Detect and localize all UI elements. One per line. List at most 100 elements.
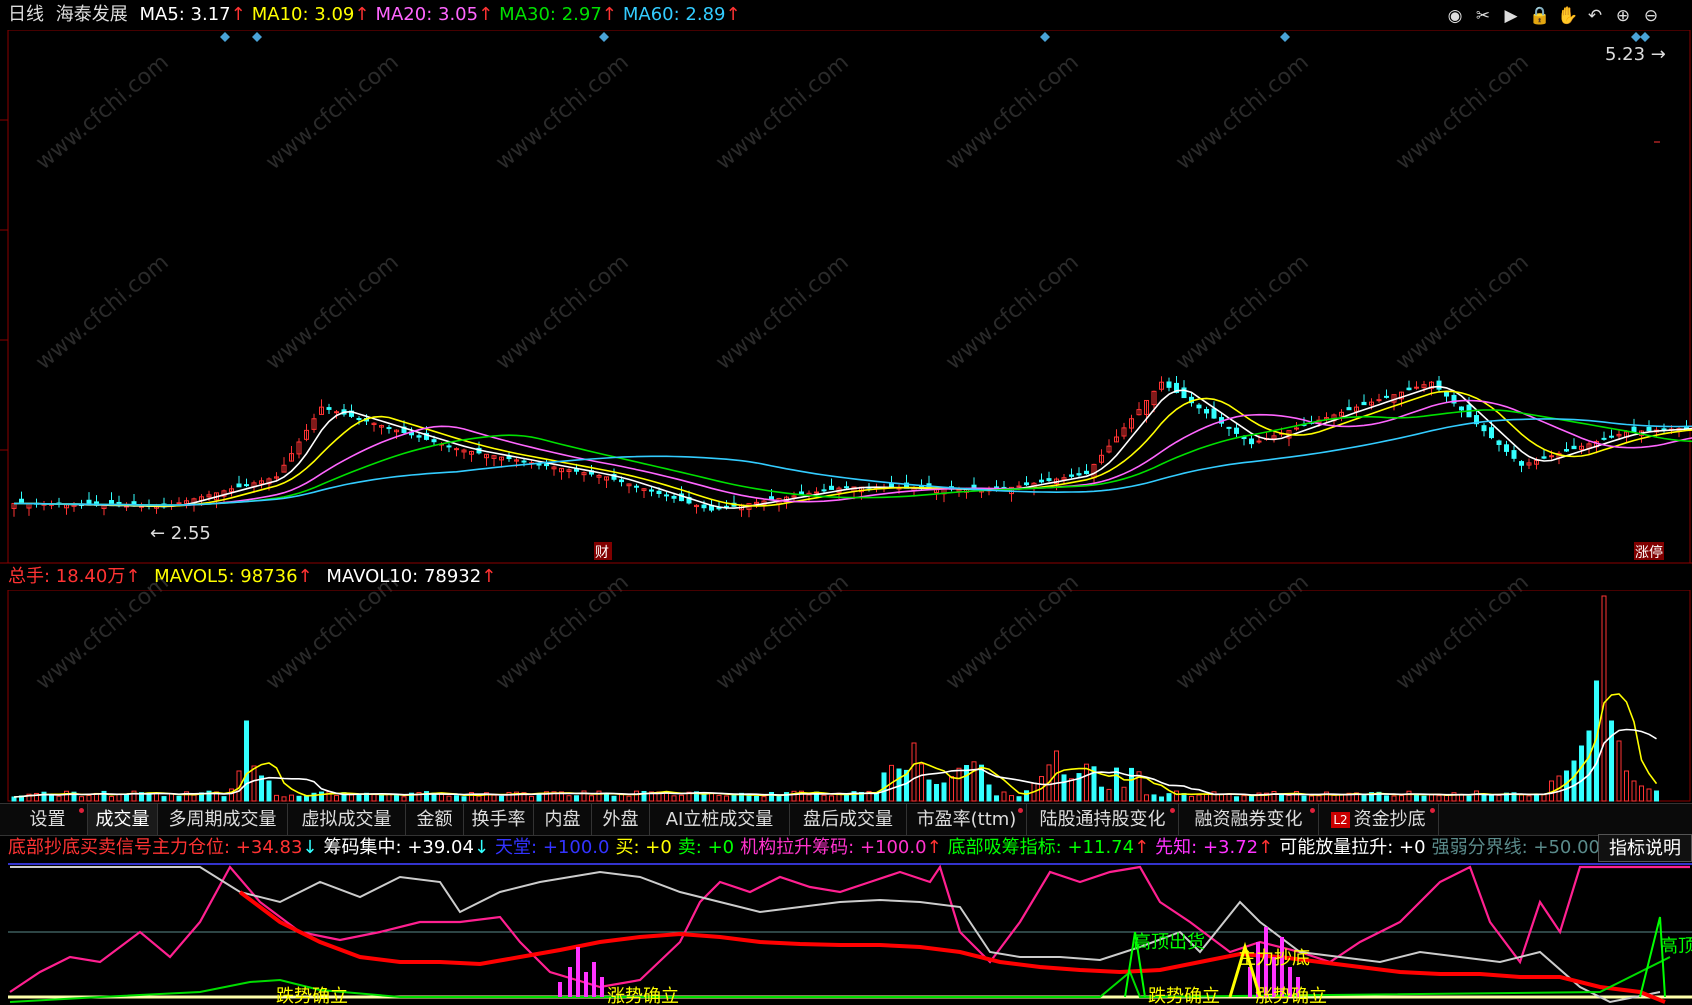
ma-value-0: MA5: 3.17	[139, 4, 231, 25]
volume-chart[interactable]	[0, 590, 1692, 802]
ma-value-3: MA30: 2.97	[499, 4, 602, 25]
tab-7[interactable]: 外盘	[592, 804, 650, 835]
lock-icon[interactable]: 🔒	[1529, 6, 1550, 26]
volume-bar	[1474, 790, 1479, 802]
indicator-chart[interactable]: 高顶出货主力抄底 高顶跌势确立 涨势确立 跌势确立 涨势确立	[0, 862, 1692, 1005]
volume-bar	[679, 794, 684, 802]
volume-bar	[349, 794, 354, 802]
volume-bar	[611, 795, 617, 802]
volume-bar	[319, 791, 324, 802]
volume-bar	[1271, 790, 1277, 802]
ma5-line	[14, 385, 1692, 509]
volume-bar	[1384, 795, 1389, 802]
volume-bar	[1286, 794, 1292, 802]
total-volume-value: 18.40万	[55, 566, 126, 587]
volume-bar	[844, 794, 849, 802]
candle	[1661, 428, 1667, 431]
price-chart[interactable]: 5.23 → ← 2.55 财 涨停	[0, 30, 1692, 564]
candle	[1609, 435, 1614, 438]
tab-13[interactable]: L2 资金抄底	[1319, 804, 1439, 835]
volume-bar	[281, 796, 287, 802]
tab-0[interactable]: 设置	[8, 804, 88, 835]
volume-bar	[1024, 790, 1029, 802]
candle	[1249, 438, 1254, 445]
zoom-in-icon[interactable]: ⊕	[1613, 6, 1633, 26]
candle	[701, 504, 707, 509]
volume-bar	[1571, 760, 1577, 802]
hand-icon[interactable]: ✋	[1557, 6, 1578, 26]
candle	[821, 489, 827, 492]
volume-bar	[589, 795, 594, 802]
candle	[176, 502, 182, 505]
volume-bar	[101, 790, 107, 802]
tab-1[interactable]: 成交量	[88, 804, 158, 835]
period-label[interactable]: 日线	[8, 4, 44, 25]
volume-bar	[1541, 794, 1547, 802]
volume-bar	[671, 795, 677, 802]
candle	[634, 485, 639, 488]
volume-bar	[604, 793, 609, 802]
indicator-help-button[interactable]: 指标说明	[1598, 834, 1692, 862]
tab-5[interactable]: 换手率	[464, 804, 534, 835]
volume-bar	[124, 793, 129, 802]
ma-arrow-1: ↑	[354, 4, 370, 25]
candle	[1519, 461, 1524, 466]
play-icon[interactable]: ▶	[1501, 6, 1521, 26]
candle	[1601, 437, 1607, 440]
volume-bar	[1166, 793, 1172, 802]
indicator-item-22: 可能放量拉升:	[1279, 837, 1400, 858]
tab-12[interactable]: 融资融券变化	[1179, 804, 1319, 835]
candle	[664, 494, 669, 497]
volume-bar	[1099, 786, 1104, 802]
volume-bar	[1391, 795, 1397, 802]
tab-dot-icon	[1170, 808, 1175, 813]
scissors-icon[interactable]: ✂	[1473, 6, 1493, 26]
candle	[619, 479, 624, 483]
ma-arrow-0: ↑	[230, 4, 246, 25]
tab-2[interactable]: 多周期成交量	[158, 804, 288, 835]
indicator-header: 底部抄底买卖信号主力仓位: +34.83↓ 筹码集中: +39.04↓ 天堂: +1…	[0, 834, 1692, 862]
volume-bar	[1624, 770, 1629, 802]
tab-10[interactable]: 市盈率(ttm)	[907, 804, 1027, 835]
tab-label: 成交量	[95, 809, 150, 830]
indicator-item-7: 天堂:	[495, 837, 543, 858]
event-marker-icon	[599, 32, 609, 42]
volume-bar	[1016, 796, 1022, 802]
ma-arrow-3: ↑	[601, 4, 617, 25]
tab-4[interactable]: 金额	[406, 804, 464, 835]
volume-bar	[1301, 795, 1307, 802]
tab-9[interactable]: 盘后成交量	[790, 804, 907, 835]
volume-bar	[1196, 794, 1202, 802]
candle	[1444, 391, 1449, 397]
volume-bar	[701, 793, 707, 802]
indicator-item-25: +50.00	[1533, 837, 1600, 858]
zoom-out-icon[interactable]: ⊖	[1641, 6, 1661, 26]
tab-11[interactable]: 陆股通持股变化	[1027, 804, 1179, 835]
tab-8[interactable]: AI立桩成交量	[650, 804, 790, 835]
candle	[1294, 427, 1299, 430]
candle	[1541, 456, 1547, 459]
indicator-item-6: ↓	[473, 837, 490, 858]
tab-6[interactable]: 内盘	[534, 804, 592, 835]
total-volume-label: 总手:	[8, 566, 56, 587]
indicator-tabs: 设置 成交量 多周期成交量 虚拟成交量 金额 换手率 内盘 外盘 AI立桩成交量 盘后成交量 市盈率…	[0, 803, 1692, 836]
volume-bar	[1496, 794, 1502, 802]
rise-confirm-annotation: 涨势确立	[607, 986, 679, 1005]
indicator-item-5: +39.04	[407, 837, 474, 858]
candle	[1481, 425, 1487, 432]
tab-3[interactable]: 虚拟成交量	[288, 804, 406, 835]
volume-bar	[911, 742, 917, 802]
undo-icon[interactable]: ↶	[1585, 6, 1605, 26]
volume-bar	[821, 794, 827, 802]
tab-label: 多周期成交量	[168, 809, 277, 830]
eye-icon[interactable]: ◉	[1445, 6, 1465, 26]
volume-bar	[626, 795, 632, 802]
fall-confirm-annotation: 跌势确立	[276, 986, 348, 1005]
candle	[1084, 470, 1089, 475]
tab-label: 融资融券变化	[1194, 809, 1303, 830]
candle	[1076, 473, 1082, 476]
volume-bar	[529, 795, 534, 802]
volume-bar	[1601, 595, 1607, 802]
volume-bar	[994, 795, 999, 802]
indicator-item-1: 主力仓位:	[152, 837, 236, 858]
